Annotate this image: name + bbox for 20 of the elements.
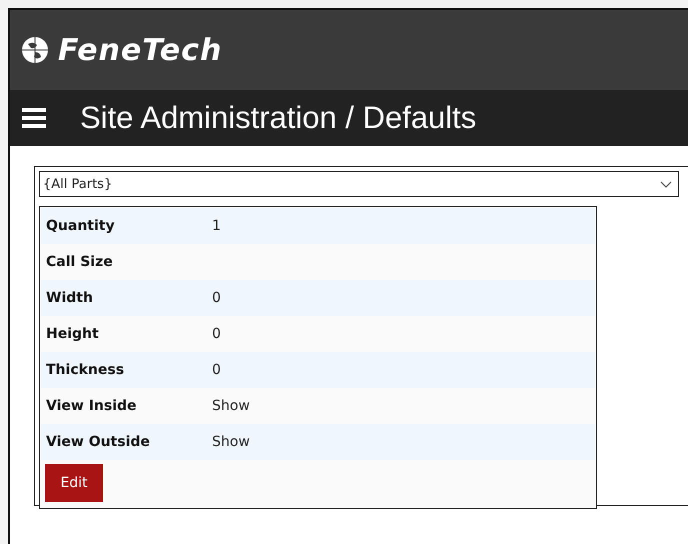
field-label: View Inside [46,398,138,414]
field-label: View Outside [46,434,151,450]
globe-icon [20,35,50,65]
edit-button[interactable]: Edit [45,464,103,502]
field-value: 1 [212,218,221,234]
chevron-down-icon [660,180,672,188]
field-label: Thickness [46,362,126,378]
field-value: 0 [212,326,221,342]
field-value: 0 [212,362,221,378]
field-value: Show [212,434,250,450]
field-label: Width [46,290,94,306]
field-value: 0 [212,290,221,306]
part-select[interactable]: {All Parts} [39,171,679,197]
menu-icon[interactable] [22,108,46,128]
field-label: Call Size [46,254,114,270]
field-value: Show [212,398,250,414]
field-label: Quantity [46,218,116,234]
field-label: Height [46,326,100,342]
page-title: Site Administration / Defaults [80,100,476,136]
logo-text: FeneTech [58,32,222,68]
